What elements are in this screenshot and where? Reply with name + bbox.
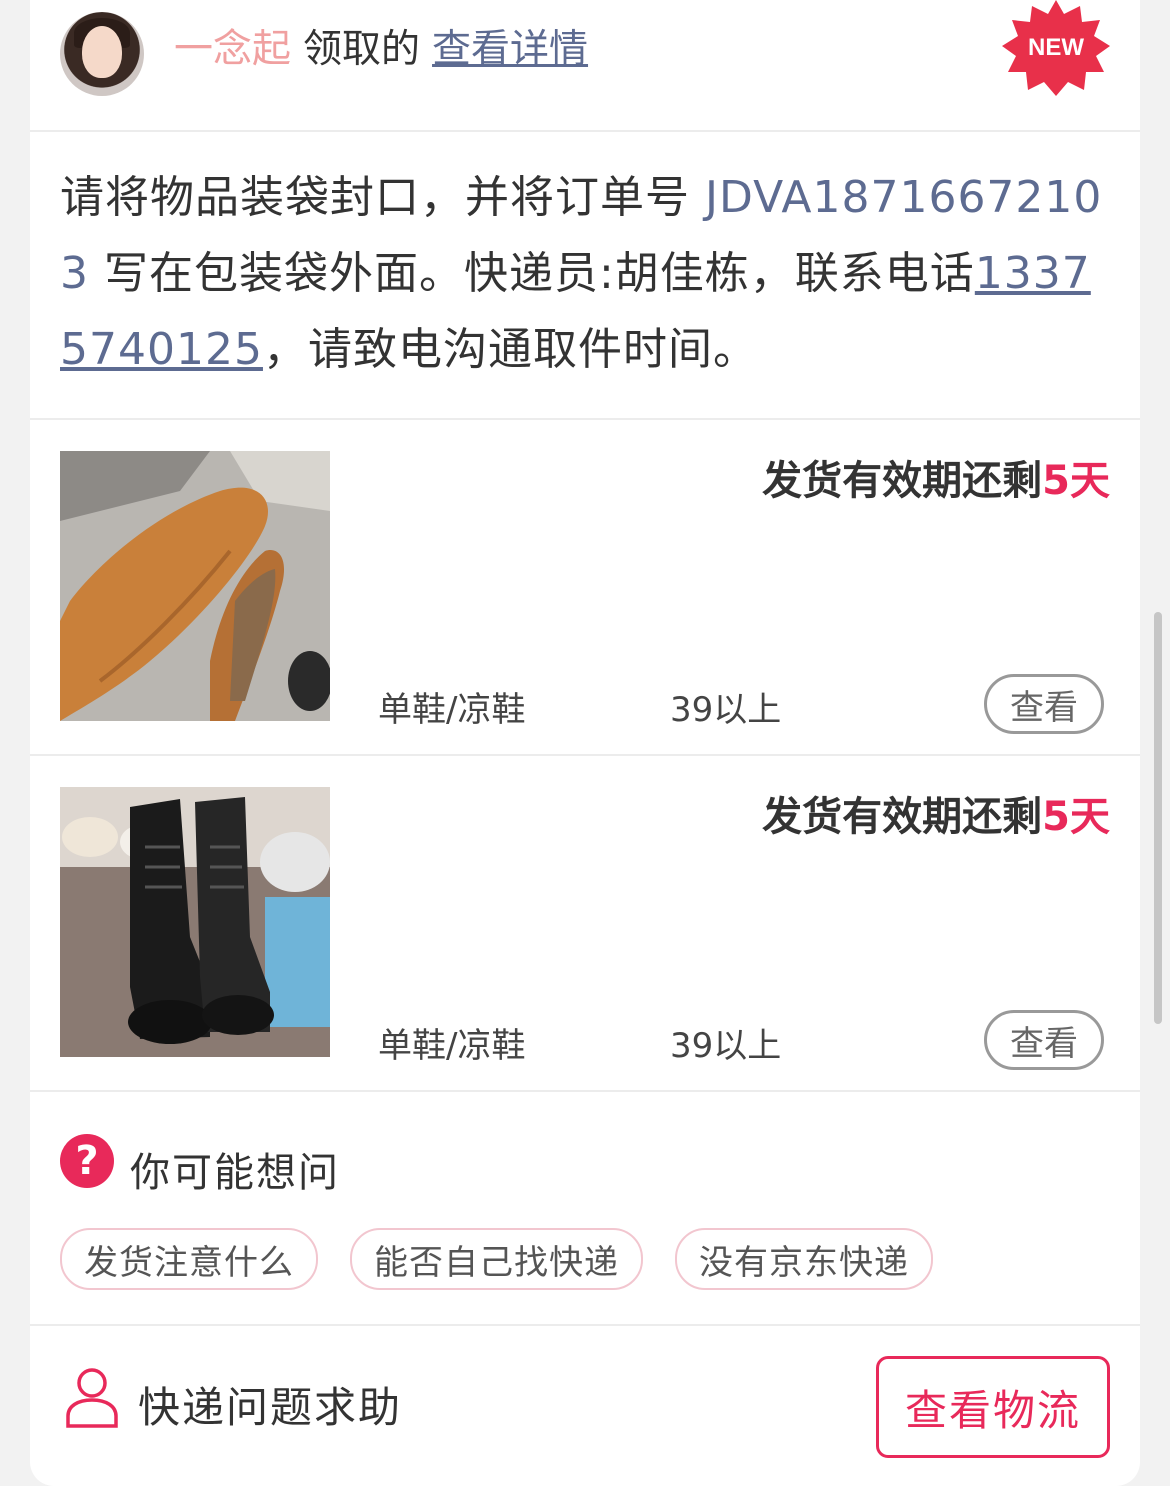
item-category: 单鞋/凉鞋 [378,690,526,730]
shipping-instructions: 请将物品装袋封口，并将订单号 JDVA18716672103 写在包装袋外面。快… [60,160,1110,388]
item-size: 39以上 [670,1026,782,1066]
list-item: 发货有效期还剩5天 单鞋/凉鞋 39以上 查看 [30,420,1140,756]
faq-chip[interactable]: 能否自己找快递 [350,1228,643,1290]
view-button[interactable]: 查看 [984,1010,1104,1070]
shipping-deadline: 发货有效期还剩5天 [762,448,1110,506]
instr-part1: 请将物品装袋封口，并将订单号 [60,172,705,223]
instr-part2: 写在包装袋外面。快递员:胡佳栋，联系电话 [89,248,975,299]
black-boots-photo[interactable] [60,787,330,1057]
shipping-deadline: 发货有效期还剩5天 [762,784,1110,842]
faq-chip[interactable]: 发货注意什么 [60,1228,318,1290]
action-text: 领取的 [303,27,421,72]
details-link[interactable]: 查看详情 [432,27,588,72]
question-icon: ? [60,1134,114,1188]
item-category: 单鞋/凉鞋 [378,1026,526,1066]
orange-loafer-photo[interactable] [60,451,330,721]
faq-section: ? 你可能想问 发货注意什么 能否自己找快递 没有京东快递 [30,1092,1140,1326]
deadline-label: 发货有效期还剩 [762,458,1043,504]
list-item: 发货有效期还剩5天 单鞋/凉鞋 39以上 查看 [30,756,1140,1092]
username[interactable]: 一念起 [174,27,291,72]
deadline-label: 发货有效期还剩 [762,794,1043,840]
courier-help-link[interactable]: 快递问题求助 [138,1374,402,1435]
item-size: 39以上 [670,690,782,730]
faq-title: 你可能想问 [130,1150,340,1196]
person-icon [66,1368,118,1428]
faq-chip[interactable]: 没有京东快递 [675,1228,933,1290]
footer-bar: 快递问题求助 查看物流 [30,1326,1140,1486]
order-card: 一念起 领取的 查看详情 NEW 请将物品装袋封口，并将订单号 JDVA187166… [30,0,1140,1486]
deadline-days: 5天 [1042,794,1110,840]
new-badge-icon: NEW [1002,0,1110,96]
new-badge-text: NEW [1028,34,1084,61]
view-logistics-button[interactable]: 查看物流 [876,1356,1110,1458]
faq-chips: 发货注意什么 能否自己找快递 没有京东快递 [60,1228,933,1290]
header-text: 一念起 领取的 查看详情 [174,22,588,78]
view-button[interactable]: 查看 [984,674,1104,734]
avatar[interactable] [60,12,144,96]
scrollbar[interactable] [1154,612,1162,1024]
deadline-days: 5天 [1042,458,1110,504]
avatar-face [82,26,122,78]
header: 一念起 领取的 查看详情 NEW [30,0,1140,132]
instr-part3: ，请致电沟通取件时间。 [262,324,758,375]
